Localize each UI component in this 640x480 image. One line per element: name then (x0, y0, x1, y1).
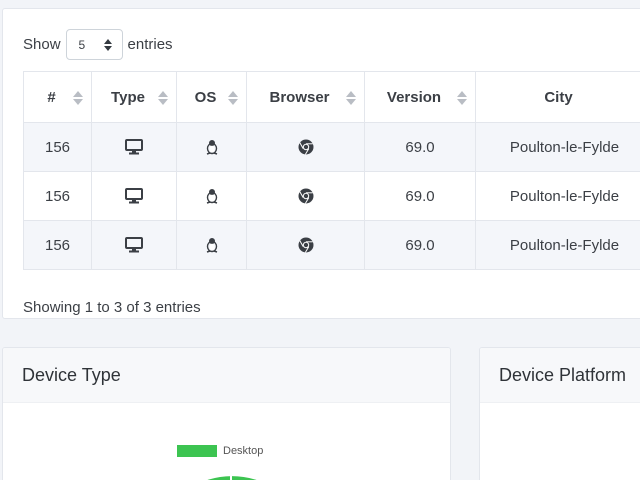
device-type-title: Device Type (3, 348, 450, 403)
column-header-number[interactable]: # (23, 71, 92, 123)
column-header-version[interactable]: Version (364, 71, 476, 123)
table-row: 156 69.0 Poulton-le-Fylde (23, 122, 640, 172)
sort-icon (346, 91, 356, 105)
chrome-icon (246, 122, 365, 172)
desktop-icon (91, 220, 177, 270)
desktop-icon (91, 122, 177, 172)
cell-number: 156 (23, 220, 92, 270)
device-platform-card: Device Platform (479, 347, 640, 480)
column-header-os[interactable]: OS (176, 71, 247, 123)
device-type-pie[interactable] (187, 470, 277, 480)
chrome-icon (246, 171, 365, 221)
device-type-card: Device Type Desktop (2, 347, 451, 480)
cell-number: 156 (23, 171, 92, 221)
entries-select-value: 5 (78, 37, 86, 52)
table-row: 156 69.0 Poulton-le-Fylde (23, 171, 640, 221)
linux-icon (176, 171, 247, 221)
cell-version: 69.0 (364, 171, 476, 221)
cell-version: 69.0 (364, 220, 476, 270)
sort-icon (158, 91, 168, 105)
linux-icon (176, 122, 247, 172)
device-platform-title: Device Platform (480, 348, 640, 403)
sessions-table-card: Show 5 entries # Type OS Browser Version… (2, 8, 640, 319)
entries-label: entries (127, 36, 173, 53)
cell-number: 156 (23, 122, 92, 172)
column-header-city[interactable]: City (475, 71, 640, 123)
cell-city: Poulton-le-Fylde (475, 122, 640, 172)
sort-icon (457, 91, 467, 105)
linux-icon (176, 220, 247, 270)
entries-select[interactable]: 5 (65, 29, 123, 60)
legend-swatch (177, 445, 217, 457)
cell-version: 69.0 (364, 122, 476, 172)
table-header-row: # Type OS Browser Version City (23, 71, 640, 123)
sort-icon (73, 91, 83, 105)
legend-label: Desktop (223, 445, 264, 457)
table-info: Showing 1 to 3 of 3 entries (23, 299, 201, 316)
entries-length-control: Show 5 entries (23, 29, 173, 60)
sessions-table: # Type OS Browser Version City 156 69.0 … (23, 71, 640, 270)
column-header-browser[interactable]: Browser (246, 71, 365, 123)
sort-icon (228, 91, 238, 105)
column-header-type[interactable]: Type (91, 71, 177, 123)
cell-city: Poulton-le-Fylde (475, 171, 640, 221)
cell-city: Poulton-le-Fylde (475, 220, 640, 270)
show-label: Show (23, 36, 61, 53)
chart-legend[interactable]: Desktop (177, 445, 263, 457)
table-row: 156 69.0 Poulton-le-Fylde (23, 220, 640, 270)
chrome-icon (246, 220, 365, 270)
select-arrows-icon (103, 39, 112, 51)
desktop-icon (91, 171, 177, 221)
